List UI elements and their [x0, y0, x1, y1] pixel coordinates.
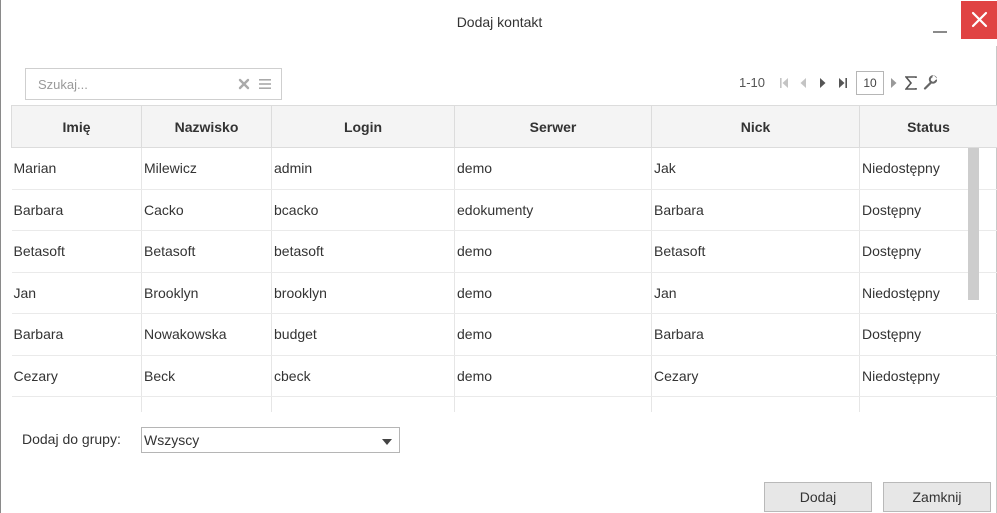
- grid-scrollbar[interactable]: [968, 148, 979, 300]
- cell-server: demo: [454, 313, 652, 356]
- clear-icon[interactable]: [238, 78, 250, 90]
- cell-first-name: Barbara: [11, 189, 142, 231]
- cell-server: demo: [454, 147, 652, 190]
- column-header-imie[interactable]: Imię: [11, 105, 142, 148]
- table-row[interactable]: Barbara Cacko bcacko edokumenty Barbara …: [11, 189, 997, 231]
- cell-nick: Jan: [651, 272, 860, 314]
- cell-login: brooklyn: [271, 272, 455, 314]
- wrench-icon[interactable]: [923, 75, 937, 90]
- minimize-icon[interactable]: [925, 10, 955, 38]
- cell-first-name: Jan: [11, 272, 142, 314]
- contacts-grid: Imię Nazwisko Login Serwer Nick Status M…: [11, 105, 997, 412]
- cell-login: admin: [271, 147, 455, 190]
- cell-nick: Barbara: [651, 189, 860, 231]
- first-page-icon[interactable]: [779, 77, 789, 89]
- table-row[interactable]: Administrator System dsa demo Administra…: [11, 396, 997, 412]
- sum-icon[interactable]: [905, 76, 917, 90]
- page-size-arrow-icon[interactable]: [890, 77, 898, 89]
- cell-nick: Jak: [651, 147, 860, 190]
- close-button[interactable]: Zamknij: [883, 482, 991, 512]
- prev-page-icon[interactable]: [799, 77, 807, 89]
- column-header-status[interactable]: Status: [859, 105, 997, 148]
- group-select[interactable]: Wszyscy: [141, 427, 400, 453]
- cell-first-name: Administrator: [11, 396, 142, 412]
- column-header-serwer[interactable]: Serwer: [454, 105, 652, 148]
- cell-last-name: Brooklyn: [141, 272, 272, 314]
- cell-last-name: Nowakowska: [141, 313, 272, 356]
- cell-nick: Betasoft: [651, 230, 860, 273]
- close-window-button[interactable]: [961, 1, 997, 39]
- dialog-title: Dodaj kontakt: [456, 14, 543, 30]
- table-row[interactable]: Marian Milewicz admin demo Jak Niedostęp…: [11, 147, 997, 190]
- cell-first-name: Betasoft: [11, 230, 142, 273]
- cell-status: Niedostępny: [859, 355, 997, 397]
- close-icon: [971, 11, 988, 28]
- cell-first-name: Barbara: [11, 313, 142, 356]
- group-select-value: Wszyscy: [144, 432, 200, 448]
- menu-icon[interactable]: [258, 78, 272, 90]
- cell-last-name: Milewicz: [141, 147, 272, 190]
- cell-nick: Administrator: [651, 396, 860, 412]
- pagination: 1-10 10: [739, 68, 984, 100]
- cell-login: budget: [271, 313, 455, 356]
- cell-login: betasoft: [271, 230, 455, 273]
- cell-first-name: Cezary: [11, 355, 142, 397]
- cell-last-name: System: [141, 396, 272, 412]
- title-bar: Dodaj kontakt: [1, 0, 997, 46]
- cell-server: demo: [454, 396, 652, 412]
- cell-server: demo: [454, 355, 652, 397]
- cell-last-name: Betasoft: [141, 230, 272, 273]
- column-header-login[interactable]: Login: [271, 105, 455, 148]
- cell-nick: Cezary: [651, 355, 860, 397]
- search-box: [25, 68, 282, 100]
- last-page-icon[interactable]: [838, 77, 848, 89]
- page-size-field[interactable]: 10: [856, 71, 884, 95]
- add-button[interactable]: Dodaj: [764, 482, 872, 512]
- column-header-nick[interactable]: Nick: [651, 105, 860, 148]
- grid-toolbar: 1-10 10: [12, 64, 997, 104]
- table-row[interactable]: Betasoft Betasoft betasoft demo Betasoft…: [11, 230, 997, 273]
- table-header: Imię Nazwisko Login Serwer Nick Status: [11, 105, 997, 148]
- cell-first-name: Marian: [11, 147, 142, 190]
- cell-status: Dostępny: [859, 396, 997, 412]
- chevron-down-icon: [382, 439, 392, 445]
- cell-last-name: Beck: [141, 355, 272, 397]
- add-contact-dialog: Dodaj kontakt 1-10: [0, 0, 997, 513]
- search-input[interactable]: [27, 70, 227, 98]
- cell-server: edokumenty: [454, 189, 652, 231]
- cell-login: cbeck: [271, 355, 455, 397]
- cell-server: demo: [454, 230, 652, 273]
- cell-nick: Barbara: [651, 313, 860, 356]
- table-row[interactable]: Cezary Beck cbeck demo Cezary Niedostępn…: [11, 355, 997, 397]
- page-range: 1-10: [739, 75, 766, 90]
- next-page-icon[interactable]: [819, 77, 827, 89]
- cell-login: bcacko: [271, 189, 455, 231]
- cell-last-name: Cacko: [141, 189, 272, 231]
- cell-login: dsa: [271, 396, 455, 412]
- cell-status: Dostępny: [859, 313, 997, 356]
- cell-server: demo: [454, 272, 652, 314]
- group-label: Dodaj do grupy:: [22, 431, 121, 447]
- table-row[interactable]: Jan Brooklyn brooklyn demo Jan Niedostęp…: [11, 272, 997, 314]
- table-row[interactable]: Barbara Nowakowska budget demo Barbara D…: [11, 313, 997, 356]
- column-header-nazwisko[interactable]: Nazwisko: [141, 105, 272, 148]
